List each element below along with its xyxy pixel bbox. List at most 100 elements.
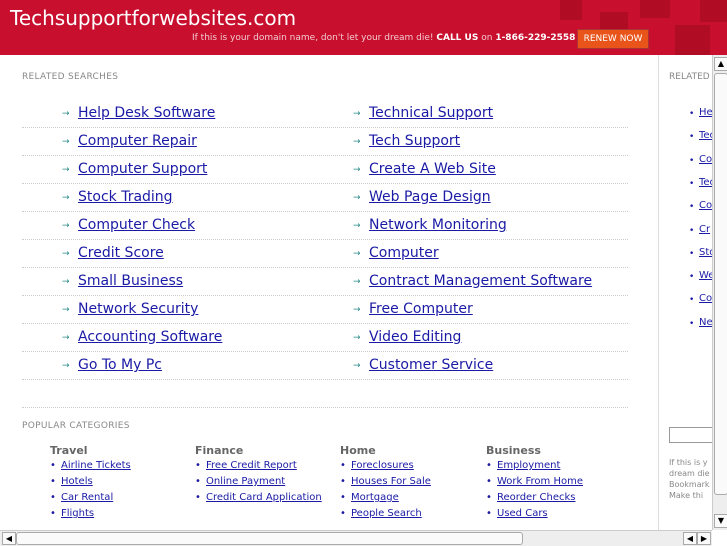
related-search-link[interactable]: Contract Management Software: [369, 273, 592, 289]
category-link[interactable]: Car Rental: [61, 492, 113, 503]
related-search-item: → Small Business: [22, 268, 312, 296]
related-search-item: → Technical Support: [313, 100, 628, 128]
bullet-icon: •: [50, 508, 56, 519]
right-panel-link[interactable]: Co: [699, 293, 712, 304]
category-link[interactable]: Airline Tickets: [61, 460, 131, 471]
promo-prefix: If this is your domain name, don't let y…: [192, 33, 434, 43]
category-heading: Finance: [195, 444, 244, 457]
related-search-link[interactable]: Computer Check: [78, 217, 195, 233]
bullet-icon: •: [50, 460, 56, 471]
related-search-link[interactable]: Stock Trading: [78, 189, 173, 205]
arrow-icon: →: [353, 165, 361, 175]
right-panel-title: RELATED: [669, 72, 710, 82]
category-link[interactable]: People Search: [351, 508, 422, 519]
search-input[interactable]: [669, 427, 714, 443]
category-column-business: Business • Employment • Work From Home • Reord…: [486, 444, 626, 524]
category-link[interactable]: Mortgage: [351, 492, 399, 503]
category-link[interactable]: Reorder Checks: [497, 492, 575, 503]
right-panel-link[interactable]: Co: [699, 154, 712, 165]
right-panel-link[interactable]: Cr: [699, 224, 710, 235]
category-item: • Car Rental: [50, 492, 190, 508]
renew-now-button[interactable]: RENEW NOW: [577, 29, 649, 49]
related-search-item: → Free Computer: [313, 296, 628, 324]
related-search-item: → Create A Web Site: [313, 156, 628, 184]
category-link[interactable]: Foreclosures: [351, 460, 414, 471]
category-link[interactable]: Employment: [497, 460, 560, 471]
related-search-link[interactable]: Computer: [369, 245, 439, 261]
related-search-link[interactable]: Tech Support: [369, 133, 460, 149]
related-search-link[interactable]: Go To My Pc: [78, 357, 162, 373]
related-search-item: → Contract Management Software: [313, 268, 628, 296]
category-heading: Home: [340, 444, 376, 457]
category-item: • Employment: [486, 460, 626, 476]
right-panel-link[interactable]: He: [699, 107, 713, 118]
category-item: • People Search: [340, 508, 480, 524]
scroll-left-icon[interactable]: ◀: [683, 532, 697, 545]
decor-square: [640, 0, 670, 18]
related-search-link[interactable]: Computer Repair: [78, 133, 197, 149]
related-search-link[interactable]: Technical Support: [369, 105, 493, 121]
related-search-link[interactable]: Customer Service: [369, 357, 493, 373]
bullet-icon: •: [195, 460, 201, 471]
arrow-icon: →: [62, 249, 70, 259]
category-link[interactable]: Credit Card Application: [206, 492, 322, 503]
category-item: • Airline Tickets: [50, 460, 190, 476]
section-divider: [22, 407, 628, 408]
category-link[interactable]: Used Cars: [497, 508, 548, 519]
related-search-link[interactable]: Free Computer: [369, 301, 473, 317]
right-panel-link[interactable]: Co: [699, 200, 712, 211]
category-link[interactable]: Flights: [61, 508, 94, 519]
arrow-icon: →: [62, 165, 70, 175]
category-item: • Reorder Checks: [486, 492, 626, 508]
bullet-icon: •: [340, 508, 346, 519]
related-search-item: → Web Page Design: [313, 184, 628, 212]
bullet-icon: •: [340, 476, 346, 487]
related-search-item: → Computer Repair: [22, 128, 312, 156]
arrow-icon: →: [353, 277, 361, 287]
scroll-right-icon[interactable]: ▶: [697, 532, 711, 545]
related-search-item: → Tech Support: [313, 128, 628, 156]
vertical-scroll-thumb[interactable]: [714, 73, 727, 495]
related-search-link[interactable]: Web Page Design: [369, 189, 491, 205]
related-search-link[interactable]: Create A Web Site: [369, 161, 496, 177]
related-search-link[interactable]: Video Editing: [369, 329, 461, 345]
category-link[interactable]: Hotels: [61, 476, 93, 487]
category-item: • Hotels: [50, 476, 190, 492]
arrow-icon: →: [62, 361, 70, 371]
related-search-link[interactable]: Network Security: [78, 301, 198, 317]
category-item: • Mortgage: [340, 492, 480, 508]
horizontal-scrollbar[interactable]: ◀ ◀ ▶: [0, 530, 712, 546]
category-link[interactable]: Work From Home: [497, 476, 583, 487]
related-search-link[interactable]: Computer Support: [78, 161, 207, 177]
horizontal-scroll-thumb[interactable]: [16, 532, 523, 545]
bullet-icon: •: [486, 476, 492, 487]
scroll-up-icon[interactable]: ▲: [714, 57, 727, 71]
category-item: • Foreclosures: [340, 460, 480, 476]
related-search-link[interactable]: Help Desk Software: [78, 105, 215, 121]
bullet-icon: •: [689, 248, 695, 259]
related-search-link[interactable]: Credit Score: [78, 245, 164, 261]
related-search-link[interactable]: Network Monitoring: [369, 217, 507, 233]
arrow-icon: →: [353, 305, 361, 315]
related-search-item: → Customer Service: [313, 352, 628, 380]
related-search-item: → Video Editing: [313, 324, 628, 352]
related-search-item: → Help Desk Software: [22, 100, 312, 128]
related-search-item: → Go To My Pc: [22, 352, 312, 380]
category-column-finance: Finance • Free Credit Report • Online Paymen…: [195, 444, 335, 508]
bullet-icon: •: [689, 202, 695, 213]
category-heading: Business: [486, 444, 541, 457]
scroll-down-icon[interactable]: ▼: [714, 514, 727, 528]
related-search-link[interactable]: Accounting Software: [78, 329, 222, 345]
related-search-link[interactable]: Small Business: [78, 273, 183, 289]
category-column-home: Home • Foreclosures • Houses For Sale • Mortga…: [340, 444, 480, 524]
category-link[interactable]: Houses For Sale: [351, 476, 431, 487]
category-link[interactable]: Online Payment: [206, 476, 285, 487]
right-panel-link[interactable]: Ne: [699, 317, 713, 328]
vertical-scrollbar[interactable]: ▲ ▼: [712, 55, 727, 530]
scroll-left-icon[interactable]: ◀: [2, 532, 16, 545]
promo-call: CALL US: [436, 33, 479, 43]
category-link[interactable]: Free Credit Report: [206, 460, 297, 471]
arrow-icon: →: [62, 333, 70, 343]
bullet-icon: •: [486, 508, 492, 519]
bullet-icon: •: [340, 492, 346, 503]
